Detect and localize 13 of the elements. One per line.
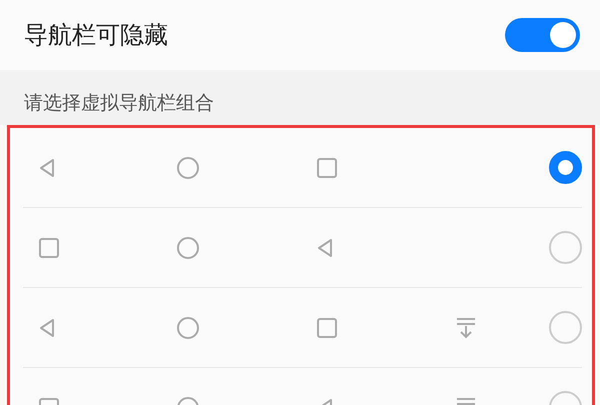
circle-icon <box>176 236 200 260</box>
square-icon <box>315 156 339 180</box>
toggle-switch[interactable] <box>505 18 580 52</box>
square-icon <box>37 236 61 260</box>
radio-button[interactable] <box>549 151 582 184</box>
radio-button[interactable] <box>549 231 582 264</box>
setting-label: 导航栏可隐藏 <box>24 20 168 51</box>
square-icon <box>315 316 339 340</box>
circle-icon <box>176 316 200 340</box>
radio-button[interactable] <box>549 311 582 344</box>
section-title: 请选择虚拟导航栏组合 <box>24 90 214 116</box>
circle-icon <box>176 156 200 180</box>
pull-down-icon <box>454 316 478 340</box>
